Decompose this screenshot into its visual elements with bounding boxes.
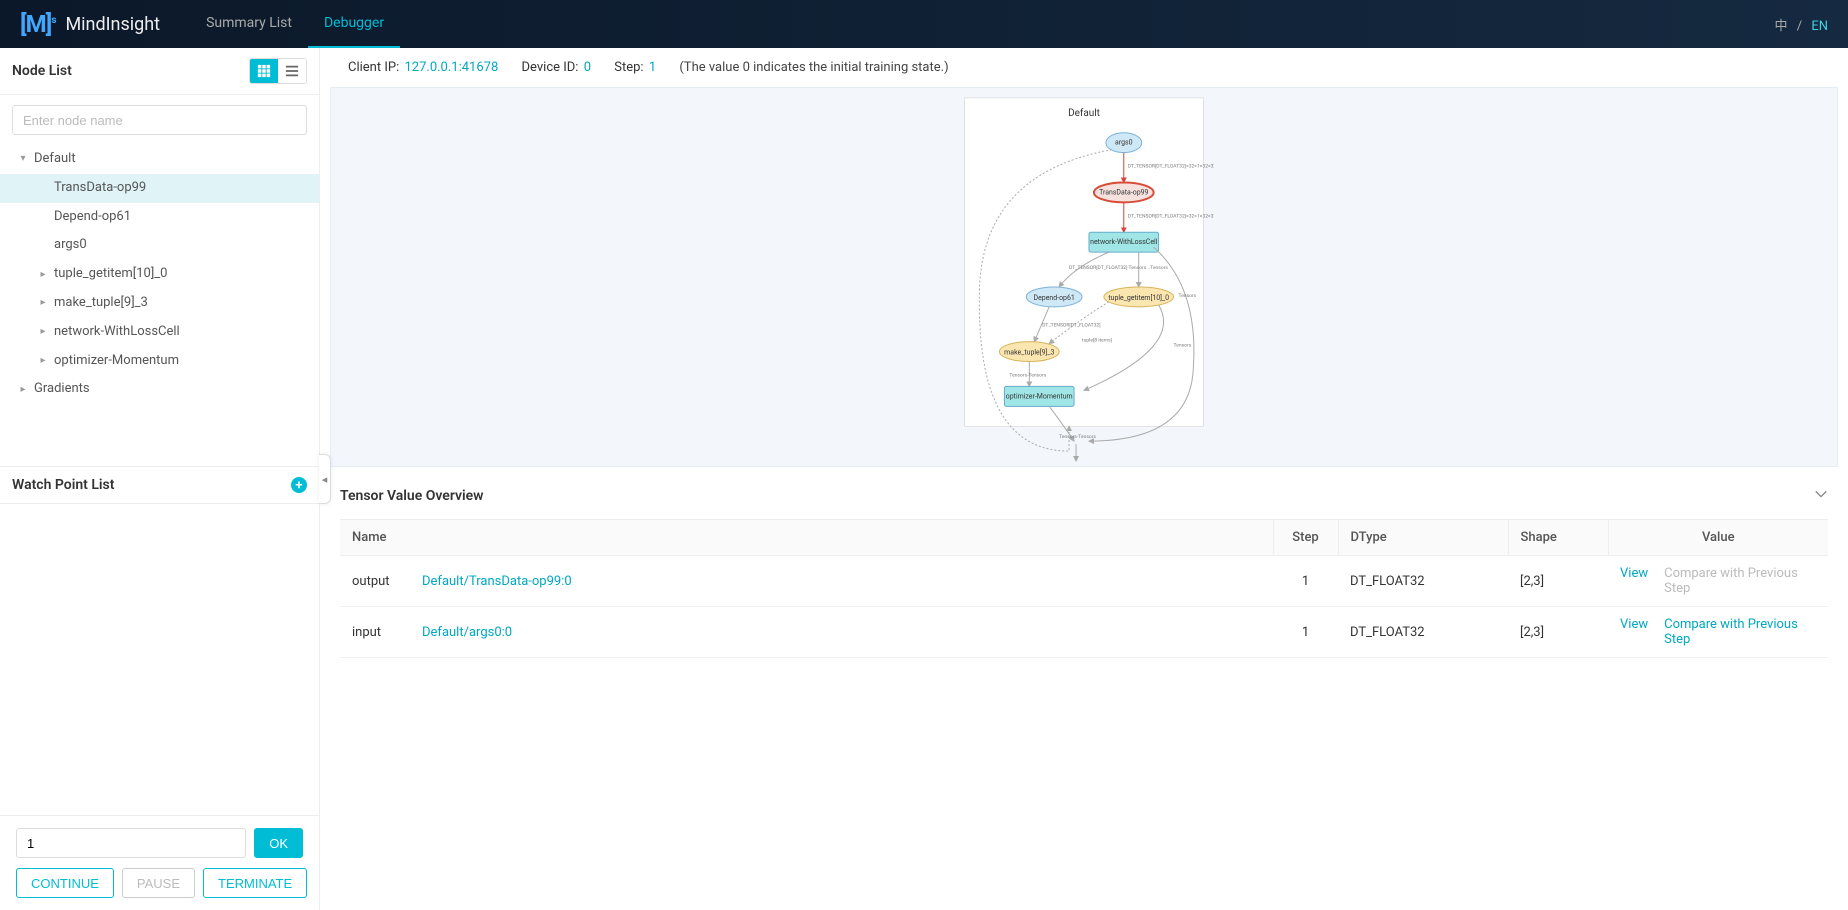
grid-view-button[interactable] [250, 59, 278, 83]
watch-point-body [0, 504, 319, 815]
tree-item-depend[interactable]: Depend-op61 [0, 203, 319, 232]
tree-item-network[interactable]: ▸network-WithLossCell [0, 318, 319, 347]
svg-text:network-WithLossCell: network-WithLossCell [1090, 238, 1158, 246]
chevron-down-icon: ▾ [18, 154, 28, 164]
app-name: MindInsight [65, 14, 160, 35]
device-id-label: Device ID: [522, 60, 579, 75]
compare-link: Compare with Previous Step [1664, 566, 1816, 596]
svg-text:Tensors-Tensors: Tensors-Tensors [1059, 434, 1096, 440]
list-icon [285, 64, 299, 78]
pause-button: PAUSE [122, 868, 195, 898]
view-link[interactable]: View [1620, 566, 1648, 596]
device-id-value: 0 [584, 60, 591, 75]
compare-link[interactable]: Compare with Previous Step [1664, 617, 1816, 647]
th-shape: Shape [1508, 520, 1608, 556]
list-view-button[interactable] [278, 59, 306, 83]
add-watch-point-button[interactable]: + [291, 477, 307, 493]
node-search [0, 95, 319, 145]
chevron-down-icon[interactable] [1814, 487, 1828, 505]
language-switch: 中 / EN [1774, 15, 1828, 34]
lang-zh[interactable]: 中 [1774, 19, 1787, 34]
info-bar: Client IP: 127.0.0.1:41678 Device ID: 0 … [320, 48, 1848, 87]
table-row: inputDefault/args0:0 1 DT_FLOAT32 [2,3] … [340, 607, 1828, 658]
tree-item-make-tuple[interactable]: ▸make_tuple[9]_3 [0, 289, 319, 318]
svg-text:DT_TENSOR[DT_FLOAT32] Tensors.: DT_TENSOR[DT_FLOAT32] Tensors...Tensors [1069, 264, 1168, 271]
th-name: Name [340, 520, 1273, 556]
tab-summary-list[interactable]: Summary List [190, 0, 308, 48]
chevron-right-icon: ▸ [18, 385, 28, 395]
node-list-header: Node List [0, 48, 319, 95]
client-ip-value: 127.0.0.1:41678 [404, 60, 498, 75]
svg-text:DT_TENSOR[DT_FLOAT32]×32×1×32×: DT_TENSOR[DT_FLOAT32]×32×1×32×32 [1128, 163, 1214, 170]
graph-svg: Default args0 DT_TENSOR[DT_FLOAT32]×32×1… [954, 88, 1214, 466]
node-search-input[interactable] [12, 105, 307, 135]
tensor-header: Tensor Value Overview [340, 479, 1828, 513]
sidebar-collapse-handle[interactable]: ◂ [319, 454, 331, 504]
tensor-title: Tensor Value Overview [340, 488, 484, 504]
step-label: Step: [614, 60, 643, 75]
th-dtype: DType [1338, 520, 1508, 556]
lang-sep: / [1797, 19, 1802, 34]
tree-item-tuple-getitem[interactable]: ▸tuple_getitem[10]_0 [0, 260, 319, 289]
svg-text:Tensors-Tensors: Tensors-Tensors [1009, 372, 1046, 378]
node-list-title: Node List [12, 63, 72, 79]
tree-item-args0[interactable]: args0 [0, 231, 319, 260]
tensor-name-link[interactable]: Default/TransData-op99:0 [422, 574, 572, 589]
watch-point-header: Watch Point List + [0, 466, 319, 504]
continue-button[interactable]: CONTINUE [16, 868, 114, 898]
sidebar: Node List ▾Default TransData-op99 Depend… [0, 48, 320, 910]
svg-text:Default: Default [1068, 108, 1100, 119]
step-value: 1 [649, 60, 656, 75]
tree-item-default[interactable]: ▾Default [0, 145, 319, 174]
chevron-right-icon: ▸ [38, 270, 48, 280]
node-tree: ▾Default TransData-op99 Depend-op61 args… [0, 145, 319, 466]
chevron-right-icon: ▸ [38, 356, 48, 366]
step-input[interactable] [16, 828, 246, 858]
tree-item-transdata[interactable]: TransData-op99 [0, 174, 319, 203]
watch-point-title: Watch Point List [12, 477, 114, 493]
app-header: [M]s MindInsight Summary List Debugger 中… [0, 0, 1848, 48]
svg-text:DT_TENSOR[DT_FLOAT32]×32×1×32×: DT_TENSOR[DT_FLOAT32]×32×1×32×32 [1128, 212, 1214, 219]
svg-text:make_tuple[9]_3: make_tuple[9]_3 [1004, 348, 1054, 357]
lang-en[interactable]: EN [1811, 19, 1828, 34]
view-toggle [249, 58, 307, 84]
svg-text:Tensors: Tensors [1174, 343, 1192, 349]
tree-item-optimizer[interactable]: ▸optimizer-Momentum [0, 347, 319, 376]
logo-icon: [M]s [20, 10, 55, 38]
th-value: Value [1608, 520, 1828, 556]
tree-item-gradients[interactable]: ▸Gradients [0, 375, 319, 404]
chevron-right-icon: ▸ [38, 327, 48, 337]
debug-controls: OK CONTINUE PAUSE TERMINATE [0, 815, 319, 910]
client-ip-label: Client IP: [348, 60, 399, 75]
svg-text:DT_TENSOR[DT_FLOAT32]: DT_TENSOR[DT_FLOAT32] [1042, 322, 1100, 329]
svg-text:TransData-op99: TransData-op99 [1099, 188, 1148, 196]
svg-text:Depend-op61: Depend-op61 [1034, 294, 1075, 302]
nav-tabs: Summary List Debugger [190, 0, 400, 48]
table-row: outputDefault/TransData-op99:0 1 DT_FLOA… [340, 556, 1828, 607]
chevron-right-icon: ▸ [38, 298, 48, 308]
tensor-name-link[interactable]: Default/args0:0 [422, 625, 512, 640]
ok-button[interactable]: OK [254, 828, 303, 858]
tensor-section: Tensor Value Overview Name Step DType Sh… [320, 467, 1848, 658]
svg-text:Tensors: Tensors [1179, 293, 1197, 299]
svg-text:optimizer-Momentum: optimizer-Momentum [1006, 392, 1073, 400]
svg-text:tuple[8 items]: tuple[8 items] [1082, 337, 1112, 344]
svg-text:tuple_getitem[10]_0: tuple_getitem[10]_0 [1108, 293, 1169, 302]
content-area: ◂ Client IP: 127.0.0.1:41678 Device ID: … [320, 48, 1848, 910]
graph-area[interactable]: Default args0 DT_TENSOR[DT_FLOAT32]×32×1… [330, 87, 1838, 467]
view-link[interactable]: View [1620, 617, 1648, 647]
terminate-button[interactable]: TERMINATE [203, 868, 307, 898]
tab-debugger[interactable]: Debugger [308, 0, 400, 48]
svg-text:args0: args0 [1115, 139, 1133, 147]
step-hint: (The value 0 indicates the initial train… [679, 60, 948, 75]
tensor-table: Name Step DType Shape Value outputDefaul… [340, 519, 1828, 658]
grid-icon [257, 64, 271, 78]
th-step: Step [1273, 520, 1338, 556]
logo: [M]s MindInsight [20, 10, 160, 38]
